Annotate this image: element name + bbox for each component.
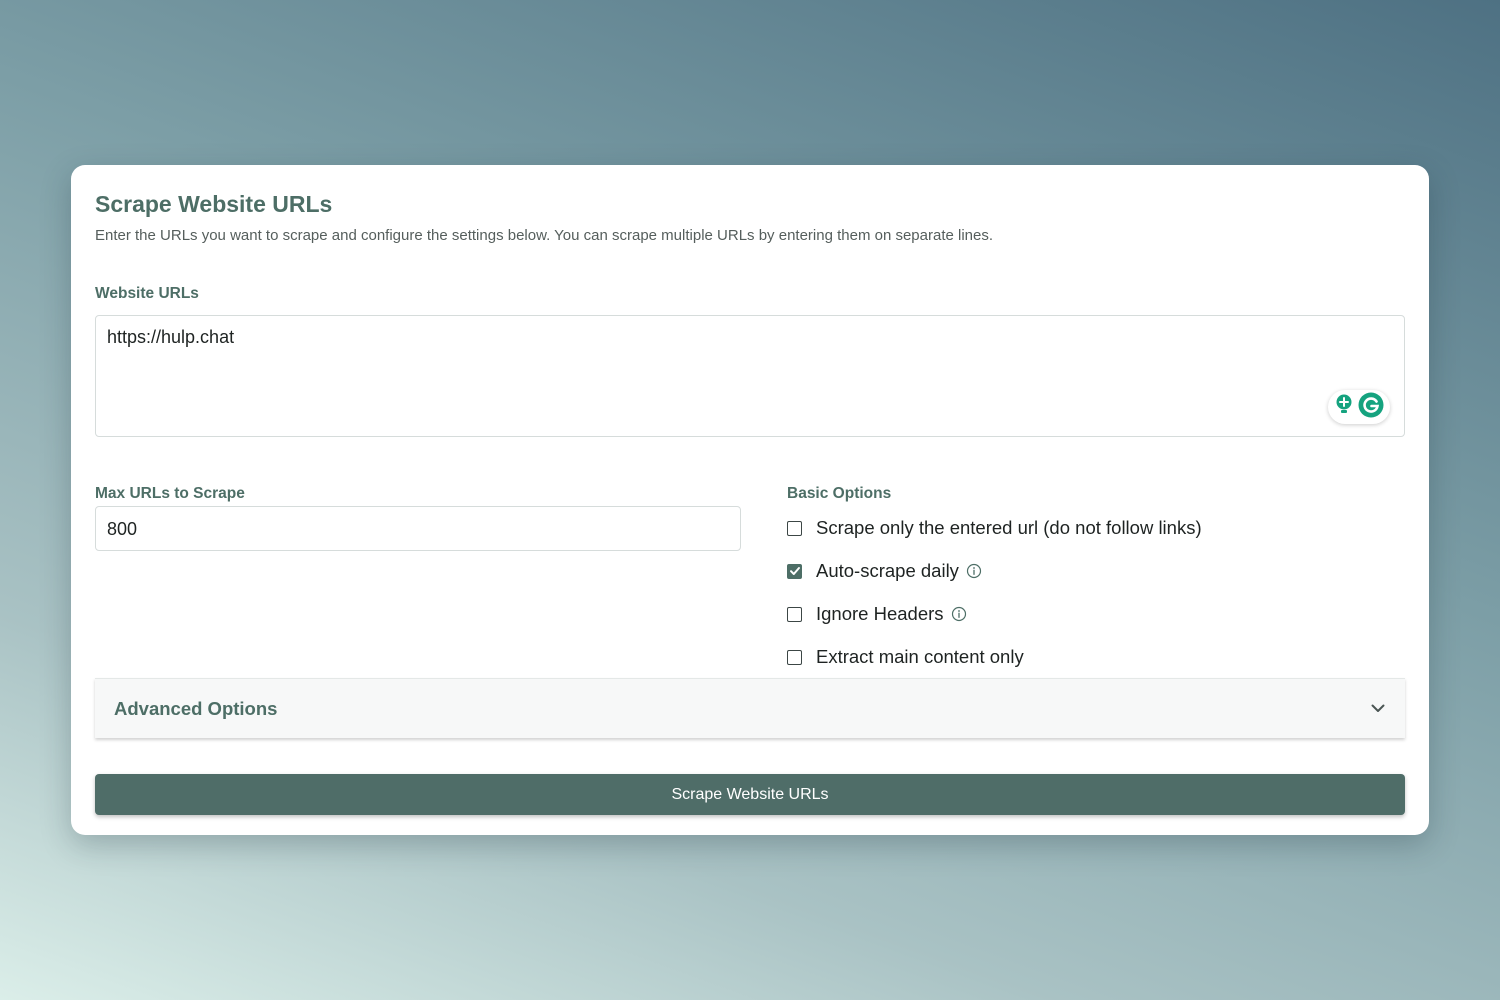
max-urls-label: Max URLs to Scrape (95, 485, 245, 502)
scrape-card: Scrape Website URLs Enter the URLs you w… (71, 165, 1429, 835)
page-title: Scrape Website URLs (95, 191, 333, 217)
website-urls-textarea[interactable]: https://hulp.chat (95, 315, 1405, 437)
basic-options-label: Basic Options (787, 485, 892, 502)
option-extract-main-content[interactable]: Extract main content only (787, 645, 1024, 669)
checkbox[interactable] (787, 649, 802, 665)
checkbox[interactable] (787, 606, 802, 622)
option-label: Auto-scrape daily (816, 560, 959, 581)
grammarly-widget[interactable] (1328, 390, 1390, 424)
option-auto-scrape-daily[interactable]: Auto-scrape daily (787, 559, 982, 583)
max-urls-input[interactable]: 800 (95, 506, 741, 551)
info-circle-icon[interactable] (951, 606, 967, 622)
website-urls-value: https://hulp.chat (107, 327, 235, 347)
option-scrape-only-entered-url[interactable]: Scrape only the entered url (do not foll… (787, 516, 1202, 540)
option-label: Extract main content only (816, 646, 1024, 667)
checkbox[interactable] (787, 520, 802, 536)
option-label: Ignore Headers (816, 603, 944, 624)
advanced-options-accordion[interactable]: Advanced Options (95, 678, 1405, 738)
checkmark-icon (789, 567, 800, 575)
max-urls-value: 800 (107, 519, 138, 539)
option-ignore-headers[interactable]: Ignore Headers (787, 602, 967, 626)
advanced-options-title: Advanced Options (114, 698, 278, 719)
page-description: Enter the URLs you want to scrape and co… (95, 227, 994, 244)
chevron-down-icon[interactable] (1369, 699, 1387, 722)
lightbulb-icon[interactable] (1334, 394, 1354, 421)
checkbox-checked[interactable] (787, 563, 802, 579)
info-circle-icon[interactable] (966, 563, 982, 579)
grammarly-icon[interactable] (1358, 392, 1384, 423)
website-urls-label: Website URLs (95, 285, 199, 302)
option-label: Scrape only the entered url (do not foll… (816, 517, 1202, 538)
scrape-website-urls-button[interactable]: Scrape Website URLs (95, 774, 1405, 815)
